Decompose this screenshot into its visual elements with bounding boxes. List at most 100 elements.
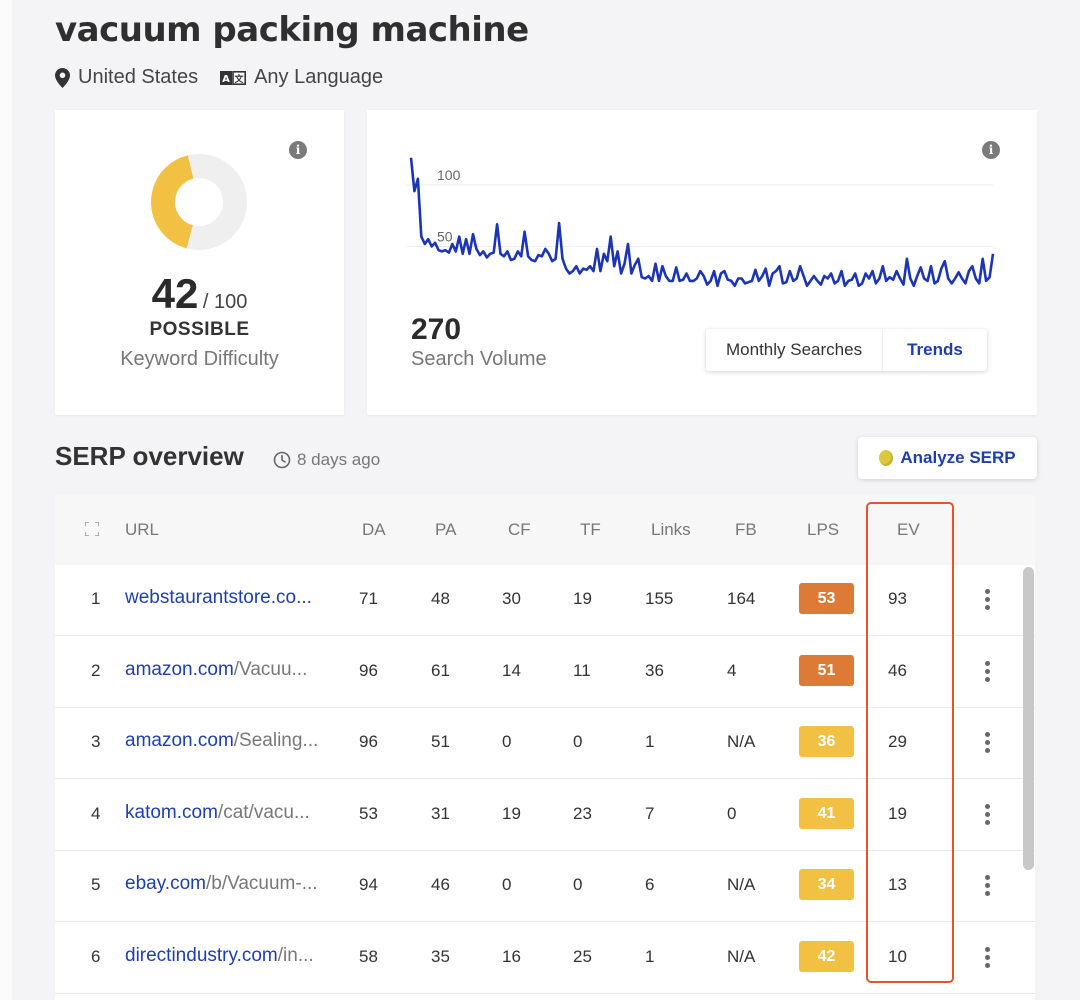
col-fb[interactable]: FB [735, 520, 757, 540]
trust-flow: 0 [573, 875, 583, 894]
keyword-meta: United States A 文 Any Language [55, 66, 405, 89]
url-domain: katom.com [125, 801, 218, 823]
col-da[interactable]: DA [362, 520, 386, 540]
url-path: /Sealing... [233, 730, 319, 751]
facebook-shares: N/A [727, 875, 756, 894]
serp-age-label: 8 days ago [297, 450, 381, 469]
result-url[interactable]: amazon.com/Sealing... [125, 730, 340, 752]
col-pa[interactable]: PA [435, 520, 456, 540]
col-lps[interactable]: LPS [807, 520, 839, 540]
url-domain: directindustry.com [125, 944, 278, 966]
rank: 1 [91, 589, 101, 608]
more-options-icon[interactable] [985, 803, 991, 826]
lps-badge: 34 [799, 869, 854, 900]
result-url[interactable]: katom.com/cat/vacu... [125, 802, 340, 824]
col-tf[interactable]: TF [580, 520, 601, 540]
location-label: United States [78, 66, 199, 88]
svg-text:A: A [222, 74, 230, 85]
difficulty-level: POSSIBLE [149, 319, 250, 340]
facebook-shares: N/A [727, 732, 756, 751]
svg-text:文: 文 [234, 73, 245, 85]
result-url[interactable]: directindustry.com/in... [125, 945, 340, 967]
page-authority: 46 [431, 875, 450, 894]
citation-flow: 16 [502, 946, 521, 966]
col-url[interactable]: URL [125, 520, 159, 540]
difficulty-donut [151, 154, 247, 250]
translate-icon: A 文 [220, 70, 247, 85]
search-trend-chart: 100 50 [407, 157, 995, 288]
lps-badge: 36 [799, 726, 854, 757]
col-cf[interactable]: CF [508, 520, 531, 540]
rank: 5 [91, 875, 101, 894]
links: 155 [645, 589, 674, 608]
trend-line [409, 157, 995, 288]
result-url[interactable]: webstaurantstore.co... [125, 587, 340, 609]
links: 1 [645, 732, 655, 751]
map-pin-icon [55, 67, 70, 88]
difficulty-caption: Keyword Difficulty [120, 348, 279, 370]
url-domain: amazon.com [125, 658, 234, 680]
chart-mode-toggle: Monthly Searches Trends [706, 329, 987, 371]
citation-flow: 14 [502, 660, 521, 680]
difficulty-score: 42 / 100 [55, 270, 344, 318]
tab-trends[interactable]: Trends [882, 329, 987, 371]
more-options-icon[interactable] [985, 589, 991, 611]
domain-authority: 58 [359, 946, 378, 966]
trust-flow: 0 [573, 732, 583, 751]
lps-badge: 53 [799, 583, 854, 614]
links: 7 [645, 803, 655, 823]
more-options-icon[interactable] [985, 875, 991, 897]
donut-hole [191, 186, 211, 206]
citation-flow: 0 [502, 875, 512, 894]
url-path: /cat/vacu... [217, 801, 310, 823]
search-volume-caption: Search Volume [411, 348, 547, 370]
difficulty-max: / 100 [202, 291, 248, 313]
more-options-icon[interactable] [985, 946, 991, 969]
result-url[interactable]: amazon.com/Vacuu... [125, 659, 340, 681]
analyze-serp-label: Analyze SERP [900, 448, 1016, 467]
citation-flow: 30 [502, 589, 521, 608]
lps-badge: 41 [799, 797, 854, 829]
links: 6 [645, 875, 655, 894]
ev-column-highlight [866, 502, 954, 983]
rank: 2 [91, 660, 101, 680]
clock-icon [273, 451, 291, 469]
rank: 4 [91, 803, 101, 823]
y-tick-label: 50 [437, 228, 453, 244]
more-options-icon[interactable] [985, 732, 991, 754]
rank: 6 [91, 946, 101, 966]
url-path: /b/Vacuum-... [205, 873, 318, 894]
table-scrollbar[interactable] [1023, 567, 1034, 870]
trust-flow: 25 [573, 946, 592, 966]
domain-authority: 71 [359, 589, 378, 608]
trust-flow: 19 [573, 589, 592, 608]
tab-monthly-searches[interactable]: Monthly Searches [706, 329, 882, 371]
keyword-difficulty-card: i 42 / 100 POSSIBLE Keyword Difficulty [55, 110, 344, 415]
page-authority: 31 [431, 803, 450, 823]
expand-icon[interactable] [85, 522, 99, 536]
url-path: /Vacuu... [233, 658, 308, 680]
language-selector[interactable]: A 文 Any Language [220, 66, 383, 89]
more-options-icon[interactable] [985, 660, 991, 683]
info-icon[interactable]: i [289, 141, 307, 159]
page-authority: 48 [431, 589, 450, 608]
citation-flow: 19 [502, 803, 521, 823]
trust-flow: 23 [573, 803, 592, 823]
rank: 3 [91, 732, 101, 751]
url-domain: webstaurantstore.co... [125, 587, 312, 608]
analyze-serp-button[interactable]: Analyze SERP [858, 437, 1037, 479]
facebook-shares: N/A [727, 946, 756, 966]
location-selector[interactable]: United States [55, 66, 198, 89]
lps-badge: 42 [799, 940, 854, 972]
result-url[interactable]: ebay.com/b/Vacuum-... [125, 873, 340, 895]
domain-authority: 96 [359, 660, 378, 680]
search-volume-card: i 100 50 270 Search Volume Monthly Search… [367, 110, 1037, 415]
facebook-shares: 4 [727, 660, 737, 680]
serp-age: 8 days ago [273, 450, 380, 470]
facebook-shares: 164 [727, 589, 756, 608]
url-domain: ebay.com [125, 873, 206, 894]
y-tick-label: 100 [437, 167, 461, 183]
domain-authority: 53 [359, 803, 378, 823]
col-links[interactable]: Links [651, 520, 691, 540]
page-edge [0, 0, 12, 1000]
